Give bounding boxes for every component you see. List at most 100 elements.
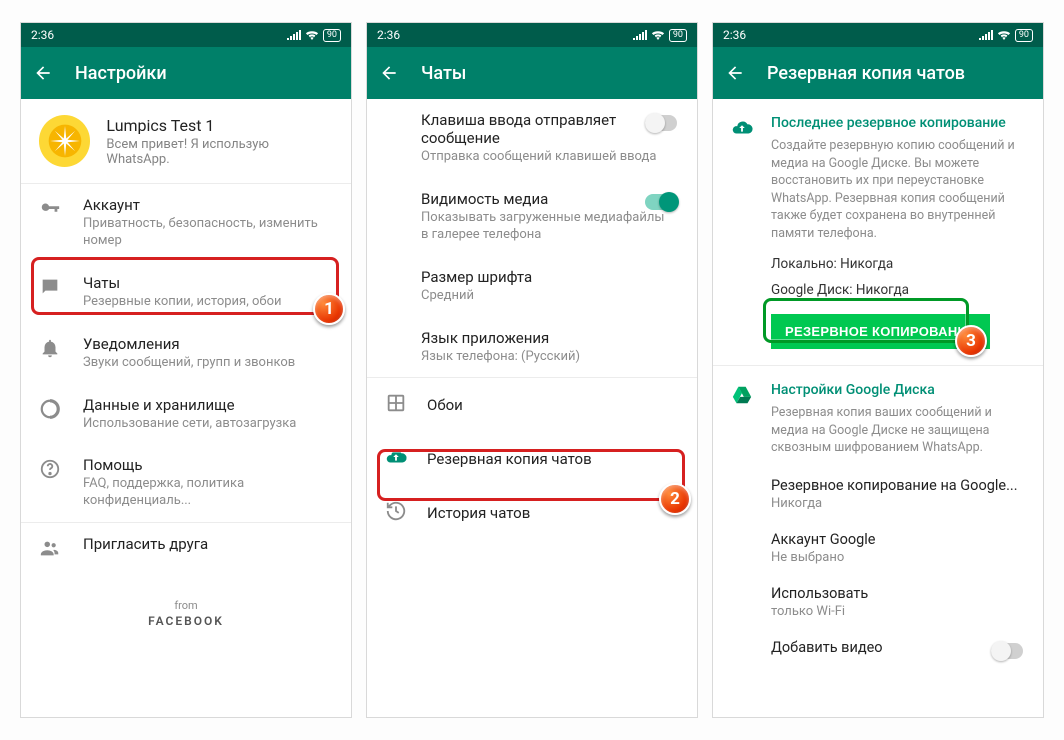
item-label: Использовать	[771, 585, 1023, 602]
item-sub: Резервные копии, история, обои	[83, 294, 282, 311]
item-label: Аккаунт Google	[771, 531, 1023, 548]
item-label: Язык приложения	[421, 329, 675, 347]
phone-screen-settings: 2:36 90 Настройки Lumpics Test 1 Всем пр…	[20, 22, 352, 718]
profile-row[interactable]: Lumpics Test 1 Всем привет! Я использую …	[21, 99, 351, 183]
item-label: Добавить видео	[771, 639, 1023, 656]
section-title: Последнее резервное копирование	[771, 115, 1023, 131]
chat-setting-app-language[interactable]: Язык приложения Язык телефона: (Русский)	[367, 317, 697, 378]
toggle-switch[interactable]	[645, 115, 677, 131]
backup-content: Последнее резервное копирование Создайте…	[713, 99, 1043, 717]
signal-icon	[979, 30, 993, 40]
help-icon	[39, 458, 61, 484]
wallpaper-icon	[385, 392, 407, 418]
toggle-switch[interactable]	[645, 194, 677, 210]
google-drive-icon	[731, 384, 753, 410]
chat-setting-font-size[interactable]: Размер шрифта Средний	[367, 256, 697, 317]
item-label: Резервное копирование на Google...	[771, 477, 1023, 494]
item-label: Пригласить друга	[83, 535, 208, 553]
from-facebook: from FACEBOOK	[21, 599, 351, 628]
battery-icon: 90	[669, 29, 687, 42]
history-icon	[385, 500, 407, 526]
item-sub: FAQ, поддержка, политика конфиденциаль..…	[83, 476, 333, 510]
row-label: Обои	[427, 396, 463, 414]
item-sub: Средний	[421, 288, 675, 305]
item-label: Уведомления	[83, 335, 295, 353]
section-title: Настройки Google Диска	[771, 382, 1023, 398]
cloud-upload-icon	[731, 117, 753, 143]
opt-include-video[interactable]: Добавить видео	[713, 629, 1043, 666]
item-sub: Использование сети, автозагрузка	[83, 416, 296, 433]
settings-item-chats[interactable]: Чаты Резервные копии, история, обои	[21, 262, 351, 323]
app-bar: Настройки	[21, 47, 351, 99]
phone-screen-backup: 2:36 90 Резервная копия чатов Последнее …	[712, 22, 1044, 718]
settings-item-invite[interactable]: Пригласить друга	[21, 523, 351, 575]
backup-button[interactable]: РЕЗЕРВНОЕ КОПИРОВАНИЕ	[771, 314, 990, 349]
people-icon	[39, 537, 61, 563]
chat-row-history[interactable]: История чатов	[367, 486, 697, 540]
opt-backup-to-google[interactable]: Резервное копирование на Google... Никог…	[713, 467, 1043, 521]
app-bar: Резервная копия чатов	[713, 47, 1043, 99]
page-title: Резервная копия чатов	[767, 63, 965, 84]
bell-icon	[39, 337, 61, 363]
status-time: 2:36	[723, 28, 746, 42]
item-sub: Никогда	[771, 496, 1023, 511]
page-title: Чаты	[421, 63, 466, 84]
item-label: Клавиша ввода отправляет сообщение	[421, 111, 675, 147]
section-gdrive-settings: Настройки Google Диска Резервная копия в…	[713, 366, 1043, 467]
item-sub: Звуки сообщений, групп и звонков	[83, 355, 295, 372]
signal-icon	[633, 30, 647, 40]
item-label: Видимость медиа	[421, 190, 675, 208]
item-label: Размер шрифта	[421, 268, 675, 286]
chat-setting-media-visibility[interactable]: Видимость медиа Показывать загруженные м…	[367, 178, 697, 256]
avatar	[39, 115, 90, 167]
status-bar: 2:36 90	[713, 23, 1043, 47]
settings-item-account[interactable]: АккаунтПриватность, безопасность, измени…	[21, 184, 351, 262]
wifi-icon	[305, 30, 319, 40]
settings-content: Lumpics Test 1 Всем привет! Я использую …	[21, 99, 351, 717]
opt-google-account[interactable]: Аккаунт Google Не выбрано	[713, 521, 1043, 575]
battery-icon: 90	[1015, 29, 1033, 42]
status-right: 90	[633, 29, 687, 42]
profile-status: Всем привет! Я использую WhatsApp.	[106, 137, 333, 167]
settings-item-help[interactable]: Помощь FAQ, поддержка, политика конфиденц…	[21, 444, 351, 522]
status-time: 2:36	[377, 28, 400, 42]
last-backup-local: Локально: Никогда	[713, 252, 1043, 278]
status-right: 90	[979, 29, 1033, 42]
section-last-backup: Последнее резервное копирование Создайте…	[713, 99, 1043, 252]
item-label: Аккаунт	[83, 196, 333, 214]
phone-screen-chats: 2:36 90 Чаты Клавиша ввода отправляет со…	[366, 22, 698, 718]
chat-row-wallpaper[interactable]: Обои	[367, 378, 697, 432]
back-icon[interactable]	[725, 63, 745, 83]
status-bar: 2:36 90	[21, 23, 351, 47]
toggle-switch[interactable]	[991, 643, 1023, 659]
key-icon	[39, 198, 61, 224]
chats-content: Клавиша ввода отправляет сообщение Отпра…	[367, 99, 697, 717]
battery-icon: 90	[323, 29, 341, 42]
back-icon[interactable]	[33, 63, 53, 83]
chat-setting-enter-sends[interactable]: Клавиша ввода отправляет сообщение Отпра…	[367, 99, 697, 178]
section-body: Создайте резервную копию сообщений и мед…	[771, 137, 1023, 242]
item-sub: Язык телефона: (Русский)	[421, 349, 675, 366]
row-label: Резервная копия чатов	[427, 450, 592, 468]
settings-item-data[interactable]: Данные и хранилище Использование сети, ав…	[21, 384, 351, 445]
item-label: Чаты	[83, 274, 282, 292]
profile-name: Lumpics Test 1	[106, 116, 333, 135]
settings-item-notifications[interactable]: Уведомления Звуки сообщений, групп и звон…	[21, 323, 351, 384]
item-sub: только Wi-Fi	[771, 604, 1023, 619]
item-label: Помощь	[83, 456, 333, 474]
wifi-icon	[651, 30, 665, 40]
status-bar: 2:36 90	[367, 23, 697, 47]
chat-row-backup[interactable]: Резервная копия чатов	[367, 432, 697, 486]
last-backup-gdrive: Google Диск: Никогда	[713, 278, 1043, 304]
app-bar: Чаты	[367, 47, 697, 99]
section-body: Резервная копия ваших сообщений и медиа …	[771, 404, 1023, 457]
opt-use-network[interactable]: Использовать только Wi-Fi	[713, 575, 1043, 629]
page-title: Настройки	[75, 63, 167, 84]
back-icon[interactable]	[379, 63, 399, 83]
item-label: Данные и хранилище	[83, 396, 296, 414]
signal-icon	[287, 30, 301, 40]
item-sub: Отправка сообщений клавишей ввода	[421, 149, 675, 166]
wifi-icon	[997, 30, 1011, 40]
row-label: История чатов	[427, 504, 530, 522]
status-right: 90	[287, 29, 341, 42]
